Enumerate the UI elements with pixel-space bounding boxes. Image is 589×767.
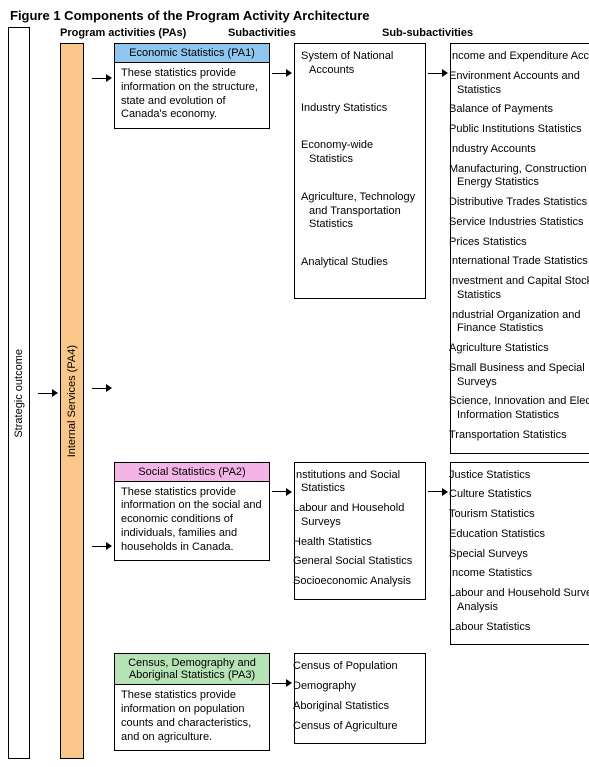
subsubactivity-item: Culture Statistics	[457, 486, 589, 506]
arrow-icon	[92, 73, 112, 83]
subsubactivities-box-pa2: Justice StatisticsCulture StatisticsTour…	[450, 462, 589, 646]
arrow-sub-to-subsub	[426, 462, 450, 522]
arrow-icon	[92, 383, 112, 393]
subactivity-item: System of National Accounts	[301, 48, 419, 100]
header-subactivities: Subactivities	[228, 27, 382, 39]
subsubactivity-item: Service Industries Statistics	[457, 214, 589, 234]
subactivity-item: Demography	[301, 678, 419, 698]
subsubactivity-item: Labour and Household Surveys Analysis	[457, 585, 589, 619]
subactivity-item: Economy-wide Statistics	[301, 137, 419, 189]
subactivity-item: Institutions and Social Statistics	[301, 467, 419, 501]
arrow-icon	[428, 487, 448, 497]
subsubactivity-item: Distributive Trades Statistics	[457, 194, 589, 214]
subsubactivity-item: Agriculture Statistics	[457, 340, 589, 360]
arrow-sub-to-subsub	[426, 43, 450, 103]
subactivity-item: Census of Agriculture	[301, 718, 419, 738]
subsubactivity-item: Income and Expenditure Accounts	[457, 48, 589, 68]
subactivity-item: Socioeconomic Analysis	[301, 573, 419, 593]
header-program-activities: Program activities (PAs)	[60, 27, 228, 39]
arrows-internal-to-pas	[90, 43, 114, 759]
subactivities-box-pa2: Institutions and Social StatisticsLabour…	[294, 462, 426, 600]
internal-services-box: Internal Services (PA4)	[60, 43, 84, 759]
subactivity-item: Aboriginal Statistics	[301, 698, 419, 718]
diagram-root: Strategic outcome Program activities (PA…	[8, 27, 581, 759]
subsubactivity-item: Education Statistics	[457, 526, 589, 546]
subsubactivities-box-pa1: Income and Expenditure AccountsEnvironme…	[450, 43, 589, 454]
arrow-icon	[272, 678, 292, 688]
subactivity-item: Analytical Studies	[301, 254, 419, 292]
subsubactivity-item: Tourism Statistics	[457, 506, 589, 526]
pa-row-pa1: Economic Statistics (PA1)These statistic…	[114, 43, 589, 454]
subsubactivity-item: Transportation Statistics	[457, 427, 589, 447]
header-sub-subactivities: Sub-subactivities	[382, 27, 589, 39]
subsubactivity-item: Special Surveys	[457, 546, 589, 566]
strategic-outcome-box: Strategic outcome	[8, 27, 30, 759]
pa-description: These statistics provide information on …	[115, 63, 269, 128]
subactivity-item: Census of Population	[301, 658, 419, 678]
subsubactivity-item: Prices Statistics	[457, 234, 589, 254]
subsubactivity-item: International Trade Statistics	[457, 253, 589, 273]
arrow-pa-to-sub	[270, 43, 294, 103]
arrow-strategic-to-internal	[36, 27, 60, 759]
arrow-icon	[428, 68, 448, 78]
subsubactivity-item: Justice Statistics	[457, 467, 589, 487]
subactivities-box-pa3: Census of PopulationDemographyAboriginal…	[294, 653, 426, 744]
subsubactivity-item: Science, Innovation and Electronic Infor…	[457, 393, 589, 427]
pa-title: Social Statistics (PA2)	[115, 463, 269, 482]
subsubactivity-item: Industry Accounts	[457, 141, 589, 161]
subactivity-item: General Social Statistics	[301, 553, 419, 573]
subsubactivity-item: Investment and Capital Stock Statistics	[457, 273, 589, 307]
pa-description: These statistics provide information on …	[115, 685, 269, 750]
arrow-icon	[92, 541, 112, 551]
subactivities-box-pa1: System of National AccountsIndustry Stat…	[294, 43, 426, 299]
pa-row-pa2: Social Statistics (PA2)These statistics …	[114, 462, 589, 646]
subsubactivity-item: Environment Accounts and Statistics	[457, 68, 589, 102]
subsubactivity-item: Small Business and Special Surveys	[457, 360, 589, 394]
subsubactivity-item: Manufacturing, Construction and Energy S…	[457, 161, 589, 195]
rows-container: Economic Statistics (PA1)These statistic…	[114, 43, 589, 759]
subactivity-item: Health Statistics	[301, 534, 419, 554]
arrow-pa-to-sub	[270, 653, 294, 713]
strategic-outcome-label: Strategic outcome	[13, 341, 25, 446]
subactivity-item: Industry Statistics	[301, 100, 419, 138]
pa-box-pa3: Census, Demography and Aboriginal Statis…	[114, 653, 270, 751]
pa-box-pa2: Social Statistics (PA2)These statistics …	[114, 462, 270, 562]
subsubactivity-item: Labour Statistics	[457, 619, 589, 639]
column-headers: Program activities (PAs) Subactivities S…	[60, 27, 589, 39]
arrow-icon	[272, 487, 292, 497]
subsubactivity-item: Public Institutions Statistics	[457, 121, 589, 141]
pa-title: Economic Statistics (PA1)	[115, 44, 269, 63]
pa-description: These statistics provide information on …	[115, 482, 269, 561]
pa-row-pa3: Census, Demography and Aboriginal Statis…	[114, 653, 589, 751]
subsubactivity-item: Balance of Payments	[457, 101, 589, 121]
subactivity-item: Agriculture, Technology and Transportati…	[301, 189, 419, 254]
subsubactivity-item: Industrial Organization and Finance Stat…	[457, 307, 589, 341]
subactivity-item: Labour and Household Surveys	[301, 500, 419, 534]
figure-title: Figure 1 Components of the Program Activ…	[10, 8, 581, 23]
pa-title: Census, Demography and Aboriginal Statis…	[115, 654, 269, 685]
arrow-pa-to-sub	[270, 462, 294, 522]
arrow-icon	[272, 68, 292, 78]
subsubactivity-item: Income Statistics	[457, 565, 589, 585]
internal-services-label: Internal Services (PA4)	[66, 337, 78, 465]
pa-box-pa1: Economic Statistics (PA1)These statistic…	[114, 43, 270, 129]
